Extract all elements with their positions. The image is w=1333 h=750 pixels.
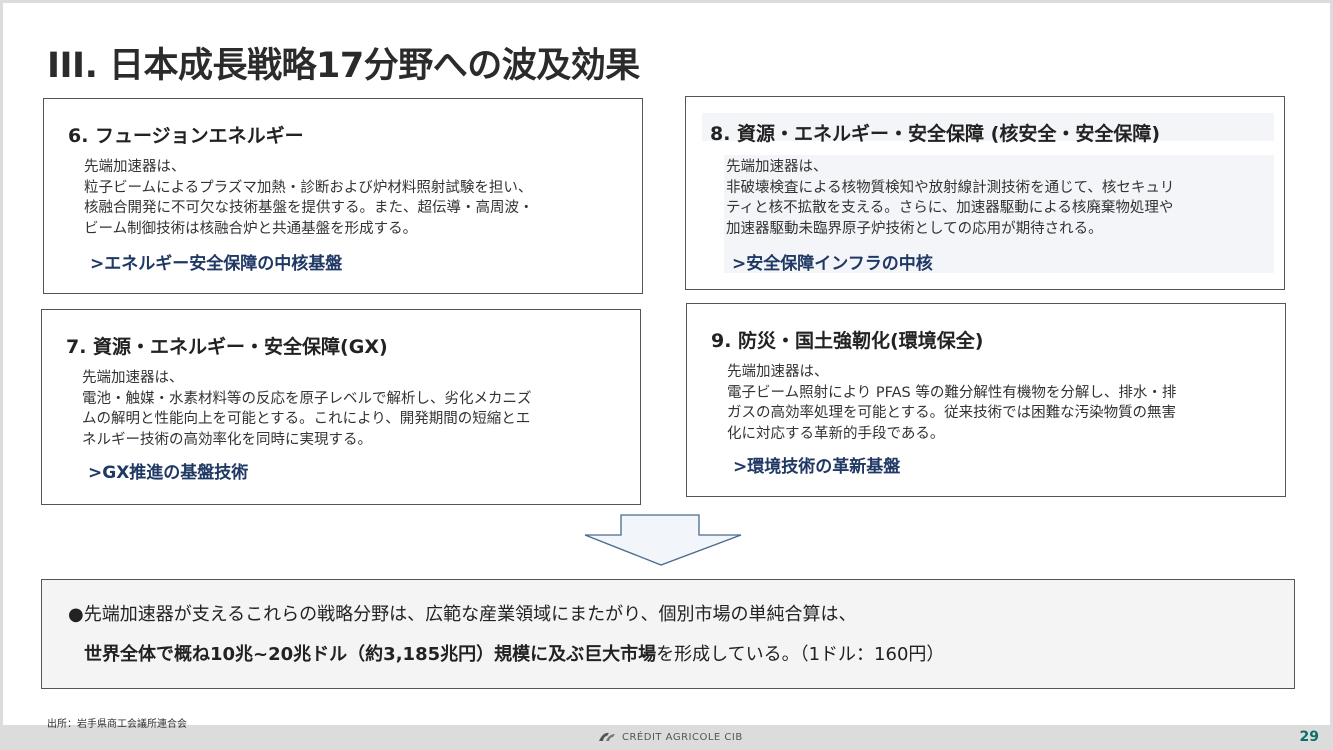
body-line: ガスの高効率処理を可能とする。従来技術では困難な汚染物質の無害 xyxy=(727,405,1177,421)
box-body: 先端加速器は、 粒子ビームによるプラズマ加熱・診断および炉材料照射試験を担い、 … xyxy=(84,157,630,239)
body-line: 粒子ビームによるプラズマ加熱・診断および炉材料照射試験を担い、 xyxy=(84,179,533,196)
summary-highlight: 世界全体で概ね10兆~20兆ドル（約3,185兆円）規模に及ぶ巨大市場 xyxy=(84,644,657,665)
page-number: 29 xyxy=(1299,729,1319,745)
body-line: 非破壊検査による核物質検知や放射線計測技術を通じて、核セキュリ xyxy=(726,179,1175,196)
down-arrow-icon xyxy=(584,514,742,566)
box-body: 先端加速器は、 電子ビーム照射により PFAS 等の難分解性有機物を分解し、排水… xyxy=(727,362,1273,444)
box-tag: >環境技術の革新基盤 xyxy=(733,457,901,477)
source-note: 出所：岩手県商工会議所連合会 xyxy=(47,719,187,730)
summary-box: ●先端加速器が支えるこれらの戦略分野は、広範な産業領域にまたがり、個別市場の単純… xyxy=(41,579,1295,689)
body-line: 加速器駆動未臨界原子炉技術としての応用が期待される。 xyxy=(726,220,1103,237)
body-line: 先端加速器は、 xyxy=(84,159,186,175)
summary-line-1: ●先端加速器が支えるこれらの戦略分野は、広範な産業領域にまたがり、個別市場の単純… xyxy=(68,604,857,625)
body-line: 先端加速器は、 xyxy=(726,159,828,175)
body-line: ビーム制御技術は核融合炉と共通基盤を形成する。 xyxy=(84,220,418,237)
body-line: 先端加速器は、 xyxy=(727,364,829,380)
box-tag: >GX推進の基盤技術 xyxy=(88,463,249,483)
body-line: 電池・触媒・水素材料等の反応を原子レベルで解析し、劣化メカニズ xyxy=(82,390,532,407)
footer-logo: CRÉDIT AGRICOLE CIB xyxy=(597,729,743,745)
box-tag: >安全保障インフラの中核 xyxy=(732,254,933,274)
body-line: 先端加速器は、 xyxy=(82,370,184,386)
box-fusion-energy: 6. フュージョンエネルギー 先端加速器は、 粒子ビームによるプラズマ加熱・診断… xyxy=(43,98,643,294)
box-disaster-prevention: 9. 防災・国土強靭化(環境保全) 先端加速器は、 電子ビーム照射により PFA… xyxy=(686,303,1286,497)
body-line: ムの解明と性能向上を可能とする。これにより、開発期間の短縮とエ xyxy=(82,411,531,427)
box-heading: 8. 資源・エネルギー・安全保障 (核安全・安全保障) xyxy=(710,123,1161,145)
box-heading: 6. フュージョンエネルギー xyxy=(68,125,304,147)
box-gx: 7. 資源・エネルギー・安全保障(GX) 先端加速器は、 電池・触媒・水素材料等… xyxy=(41,309,641,505)
box-body: 先端加速器は、 電池・触媒・水素材料等の反応を原子レベルで解析し、劣化メカニズ … xyxy=(82,368,628,450)
box-heading: 9. 防災・国土強靭化(環境保全) xyxy=(711,330,984,352)
box-tag: >エネルギー安全保障の中核基盤 xyxy=(90,254,343,274)
body-line: 化に対応する革新的手段である。 xyxy=(727,425,945,442)
box-heading: 7. 資源・エネルギー・安全保障(GX) xyxy=(66,336,388,358)
box-nuclear-security: 8. 資源・エネルギー・安全保障 (核安全・安全保障) 先端加速器は、 非破壊検… xyxy=(685,96,1285,290)
box-body: 先端加速器は、 非破壊検査による核物質検知や放射線計測技術を通じて、核セキュリ … xyxy=(726,157,1272,239)
body-line: 電子ビーム照射により PFAS 等の難分解性有機物を分解し、排水・排 xyxy=(727,384,1177,401)
slide: III. 日本成長戦略17分野への波及効果 6. フュージョンエネルギー 先端加… xyxy=(3,3,1330,730)
credit-agricole-logo-icon xyxy=(599,732,615,741)
body-line: ネルギー技術の高効率化を同時に実現する。 xyxy=(82,431,372,448)
body-line: ティと核不拡散を支える。さらに、加速器駆動による核廃棄物処理や xyxy=(726,200,1174,216)
summary-line-2: 世界全体で概ね10兆~20兆ドル（約3,185兆円）規模に及ぶ巨大市場を形成して… xyxy=(84,640,944,666)
page-title: III. 日本成長戦略17分野への波及効果 xyxy=(47,46,640,86)
summary-rest: を形成している。（1ドル：160円） xyxy=(656,644,945,665)
footer-logo-text: CRÉDIT AGRICOLE CIB xyxy=(622,731,743,743)
body-line: 核融合開発に不可欠な技術基盤を提供する。また、超伝導・高周波・ xyxy=(84,200,534,216)
